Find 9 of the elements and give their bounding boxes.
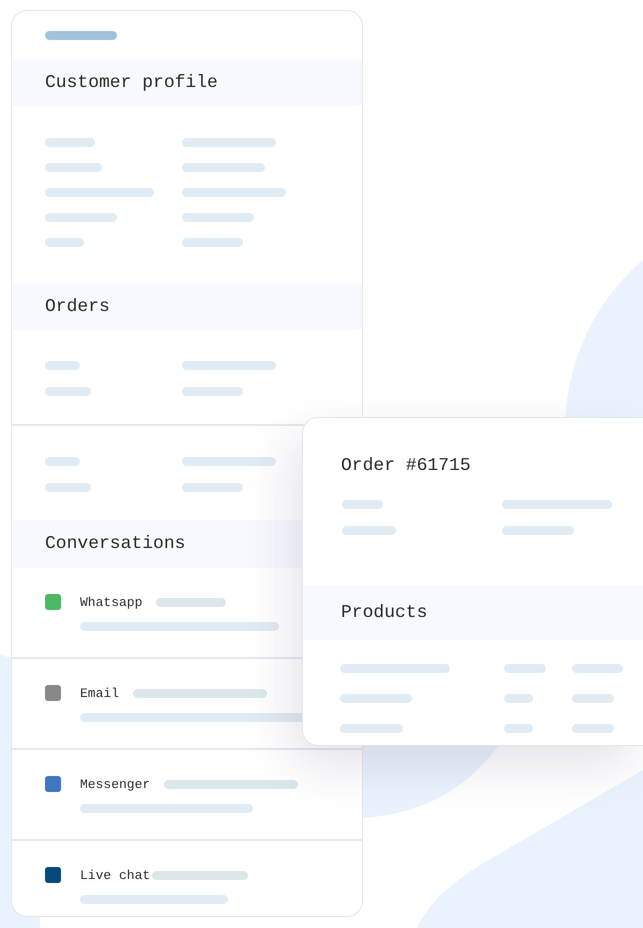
channel-label[interactable]: Live chat xyxy=(80,868,150,882)
order-title: Order #61715 xyxy=(340,455,472,478)
section-title: Conversations xyxy=(45,534,186,554)
section-title: Customer profile xyxy=(45,72,218,92)
section-title: Products xyxy=(341,602,428,622)
section-title: Orders xyxy=(45,296,110,316)
channel-label[interactable]: Whatsapp xyxy=(80,594,142,610)
channel-label[interactable]: Messenger xyxy=(80,776,150,792)
channel-label[interactable]: Email xyxy=(80,686,120,700)
